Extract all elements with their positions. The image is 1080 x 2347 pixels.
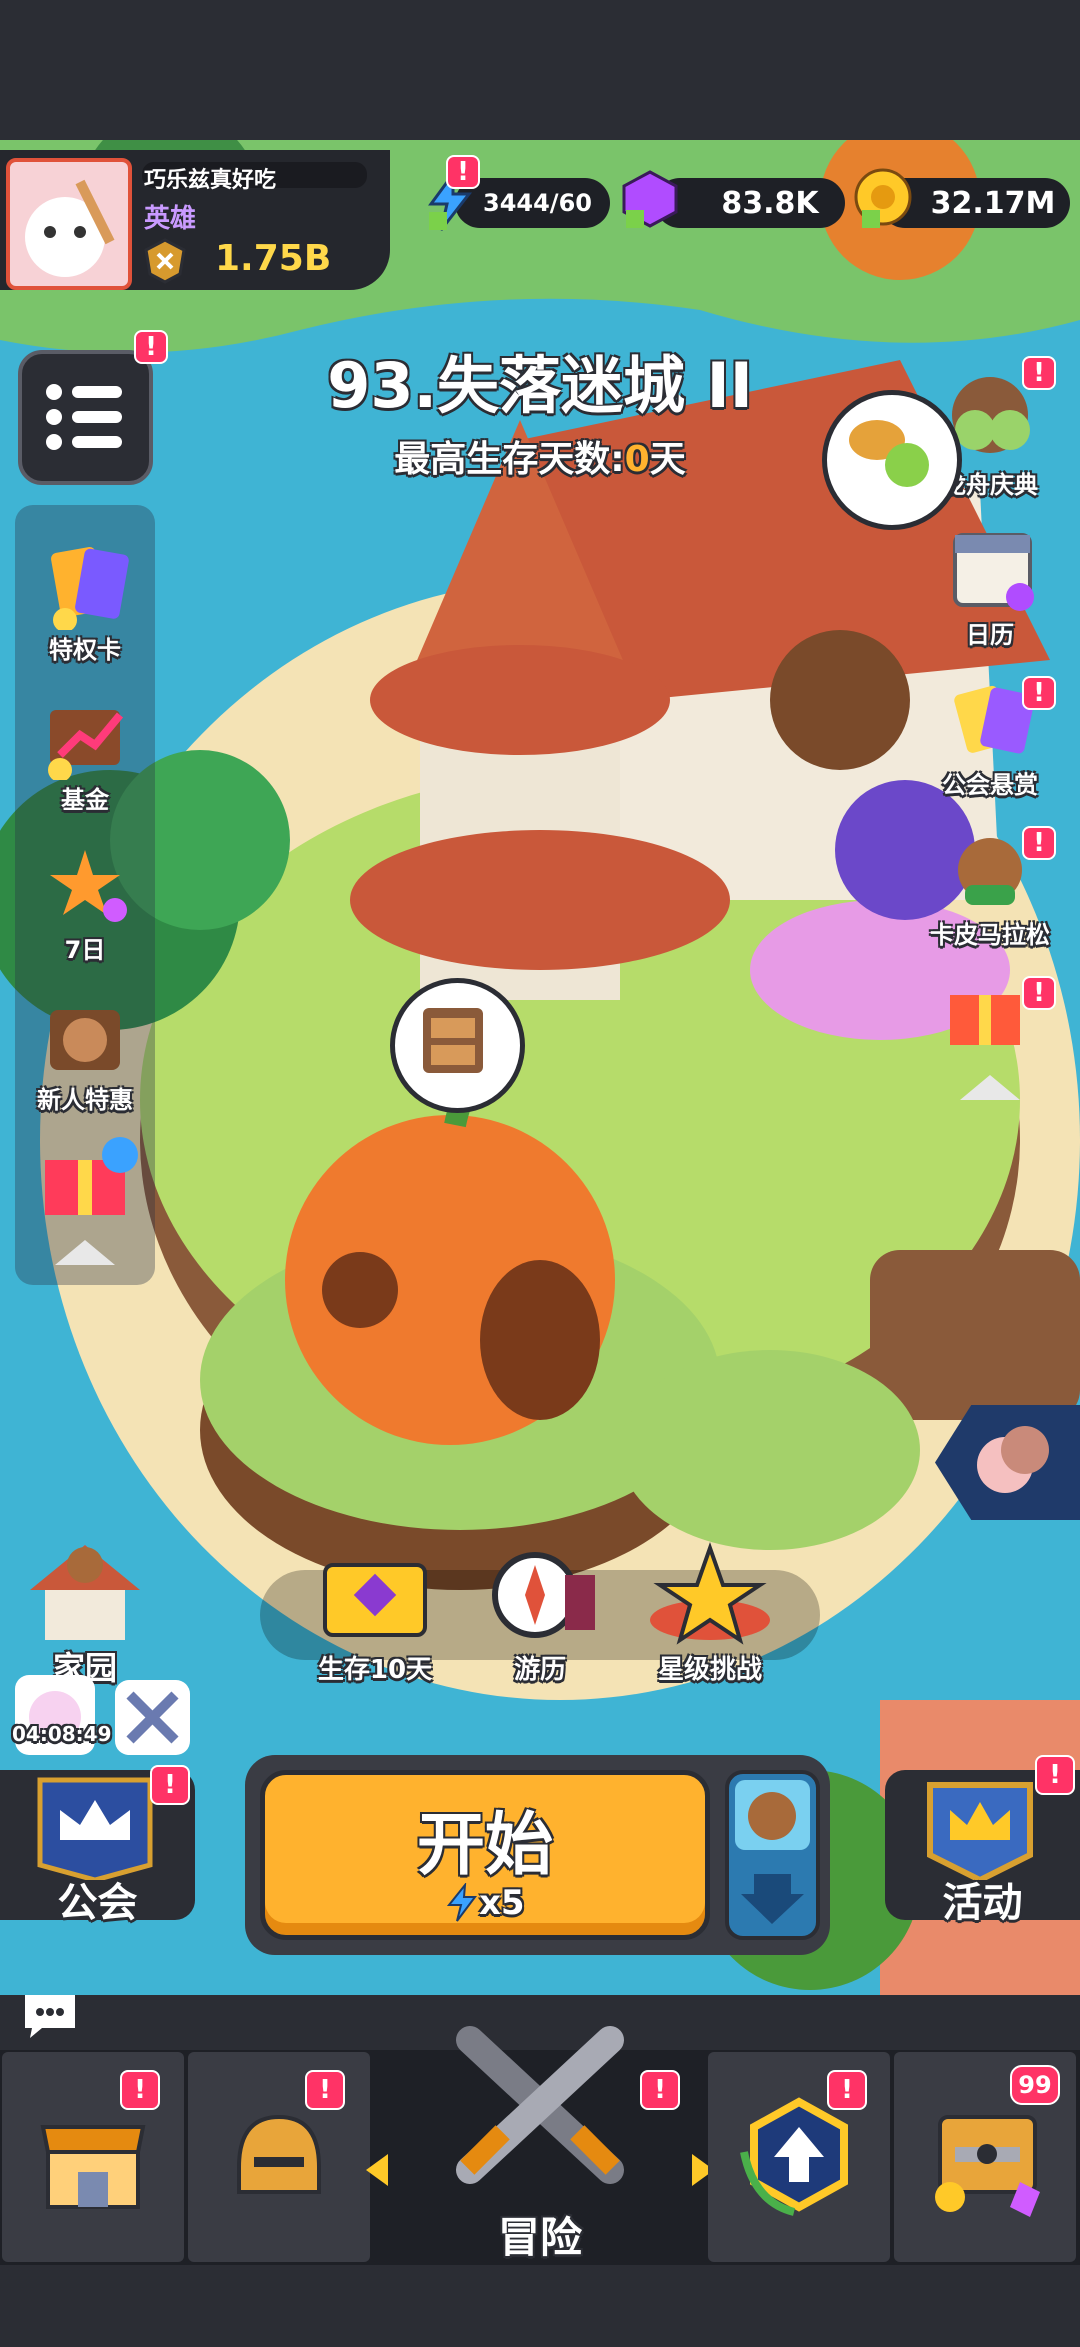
player-panel[interactable]: 巧乐兹真好吃 英雄 1.75B bbox=[0, 150, 390, 290]
crossed-swords-icon bbox=[456, 2026, 624, 2184]
calendar-label: 日历 bbox=[966, 621, 1014, 649]
survival-task-label: 生存10天 bbox=[317, 1655, 433, 1685]
chat-bubble-icon bbox=[25, 1995, 75, 2038]
event-timer: 04:08:49 bbox=[12, 1722, 112, 1746]
nav-adventure-button[interactable]: 冒险 bbox=[420, 2020, 660, 2270]
gem-icon bbox=[620, 168, 680, 230]
top-bar bbox=[0, 0, 1080, 140]
travel-label: 游历 bbox=[513, 1655, 566, 1685]
gift-box-button[interactable] bbox=[30, 1135, 140, 1215]
survival-label: 最高生存天数: bbox=[394, 439, 625, 480]
menu-button[interactable] bbox=[18, 350, 153, 485]
stage-title: 93.失落迷城 II bbox=[327, 349, 753, 422]
mushroom-npc-icon bbox=[849, 420, 929, 487]
start-cost: x5 bbox=[445, 1883, 525, 1923]
chevron-up-icon bbox=[960, 1075, 1020, 1100]
guild-bounty-label: 公会悬赏 bbox=[942, 771, 1038, 799]
star-challenge-label: 星级挑战 bbox=[657, 1655, 762, 1685]
start-label: 开始 bbox=[416, 1806, 553, 1885]
privilege-card-button[interactable]: 特权卡 bbox=[15, 525, 155, 665]
energy-alert-badge: ! bbox=[446, 155, 480, 189]
menu-alert-badge: ! bbox=[134, 330, 168, 364]
npc-speech-bubble[interactable] bbox=[822, 390, 962, 530]
compass-icon bbox=[492, 1552, 595, 1638]
energy-bolt-icon bbox=[446, 1883, 477, 1922]
fund-chart-icon bbox=[48, 710, 124, 780]
nav-adventure-label: 冒险 bbox=[497, 2213, 582, 2262]
gift-box-icon bbox=[45, 1137, 138, 1215]
home-button[interactable]: 家园 bbox=[20, 1535, 150, 1687]
avatar-icon bbox=[25, 179, 115, 277]
gem-counter[interactable]: 83.8K bbox=[655, 178, 845, 228]
chevron-left-icon bbox=[366, 2154, 388, 2186]
treasury-count-badge: 99 bbox=[1010, 2065, 1060, 2105]
chat-button[interactable] bbox=[20, 1990, 80, 2040]
hero-select-button[interactable] bbox=[725, 1770, 820, 1940]
avatar[interactable] bbox=[6, 158, 132, 290]
upgrade-arrow-icon bbox=[740, 2097, 848, 2216]
power-icon bbox=[144, 238, 186, 284]
guild-label: 公会 bbox=[57, 1880, 138, 1926]
adventure-alert-badge: ! bbox=[640, 2070, 680, 2110]
chevron-up-icon bbox=[55, 1240, 115, 1265]
newcomer-offer-button[interactable]: 新人特惠 bbox=[15, 975, 155, 1115]
privilege-card-icon bbox=[51, 547, 129, 630]
menu-list-icon bbox=[46, 384, 122, 450]
activity-alert-badge: ! bbox=[1035, 1755, 1075, 1795]
survival-task-button[interactable]: 生存10天 bbox=[300, 1545, 450, 1685]
capybara-shop-icon bbox=[50, 1010, 120, 1070]
shop-alert-badge: ! bbox=[120, 2070, 160, 2110]
energy-value: 3444/60 bbox=[483, 189, 592, 217]
guild-alert-badge: ! bbox=[150, 1765, 190, 1805]
capybara-arrow-icon bbox=[735, 1780, 810, 1924]
bookshelf-bubble[interactable] bbox=[390, 978, 525, 1113]
left-sidebar: 特权卡 基金 7日 新人特惠 bbox=[15, 505, 155, 1285]
coin-value: 32.17M bbox=[930, 185, 1056, 221]
home-house-icon bbox=[30, 1545, 140, 1640]
fund-label: 基金 bbox=[61, 786, 109, 814]
dragon-boat-badge: ! bbox=[1022, 356, 1056, 390]
shop-stall-icon bbox=[40, 2125, 146, 2209]
start-cost-value: x5 bbox=[479, 1883, 525, 1923]
survival-unit: 天 bbox=[649, 439, 686, 480]
left-collapse-button[interactable] bbox=[45, 1225, 125, 1275]
player-title: 英雄 bbox=[144, 204, 197, 234]
marathon-badge: ! bbox=[1022, 826, 1056, 860]
bounty-badge: ! bbox=[1022, 676, 1056, 710]
survival-record: 最高生存天数:0天 bbox=[240, 430, 840, 482]
player-power: 1.75B bbox=[215, 238, 332, 279]
survival-days: 0 bbox=[624, 439, 650, 480]
nav-prev-arrow[interactable] bbox=[362, 2150, 392, 2190]
newcomer-offer-label: 新人特惠 bbox=[37, 1086, 133, 1114]
star-challenge-button[interactable]: 星级挑战 bbox=[630, 1540, 790, 1685]
upgrade-alert-badge: ! bbox=[827, 2070, 867, 2110]
start-button[interactable]: 开始 x5 bbox=[260, 1770, 710, 1940]
calendar-button[interactable]: 日历 bbox=[920, 510, 1060, 650]
seven-day-button[interactable]: 7日 bbox=[15, 825, 155, 965]
capy-marathon-label: 卡皮马拉松 bbox=[930, 921, 1050, 949]
treasure-chest-icon bbox=[323, 1563, 427, 1637]
seven-day-label: 7日 bbox=[64, 936, 106, 964]
battle-pass-button[interactable] bbox=[110, 1675, 195, 1760]
bookshelf-icon bbox=[423, 1008, 483, 1073]
equipment-alert-badge: ! bbox=[305, 2070, 345, 2110]
star-trophy-icon bbox=[650, 1541, 770, 1645]
treasure-badge: ! bbox=[1022, 976, 1056, 1010]
crossed-swords-icon bbox=[115, 1680, 190, 1755]
coin-icon bbox=[852, 166, 914, 232]
gift-stars-icon bbox=[50, 850, 127, 922]
calendar-icon bbox=[953, 533, 1034, 611]
travel-button[interactable]: 游历 bbox=[465, 1545, 615, 1685]
privilege-card-label: 特权卡 bbox=[49, 636, 121, 664]
treasure-vault-icon bbox=[935, 2115, 1040, 2217]
fund-button[interactable]: 基金 bbox=[15, 675, 155, 815]
helmet-icon bbox=[237, 2114, 321, 2194]
activity-label: 活动 bbox=[942, 1880, 1023, 1926]
gem-value: 83.8K bbox=[721, 185, 819, 221]
player-name: 巧乐兹真好吃 bbox=[144, 168, 277, 193]
right-collapse-button[interactable] bbox=[950, 1060, 1030, 1110]
